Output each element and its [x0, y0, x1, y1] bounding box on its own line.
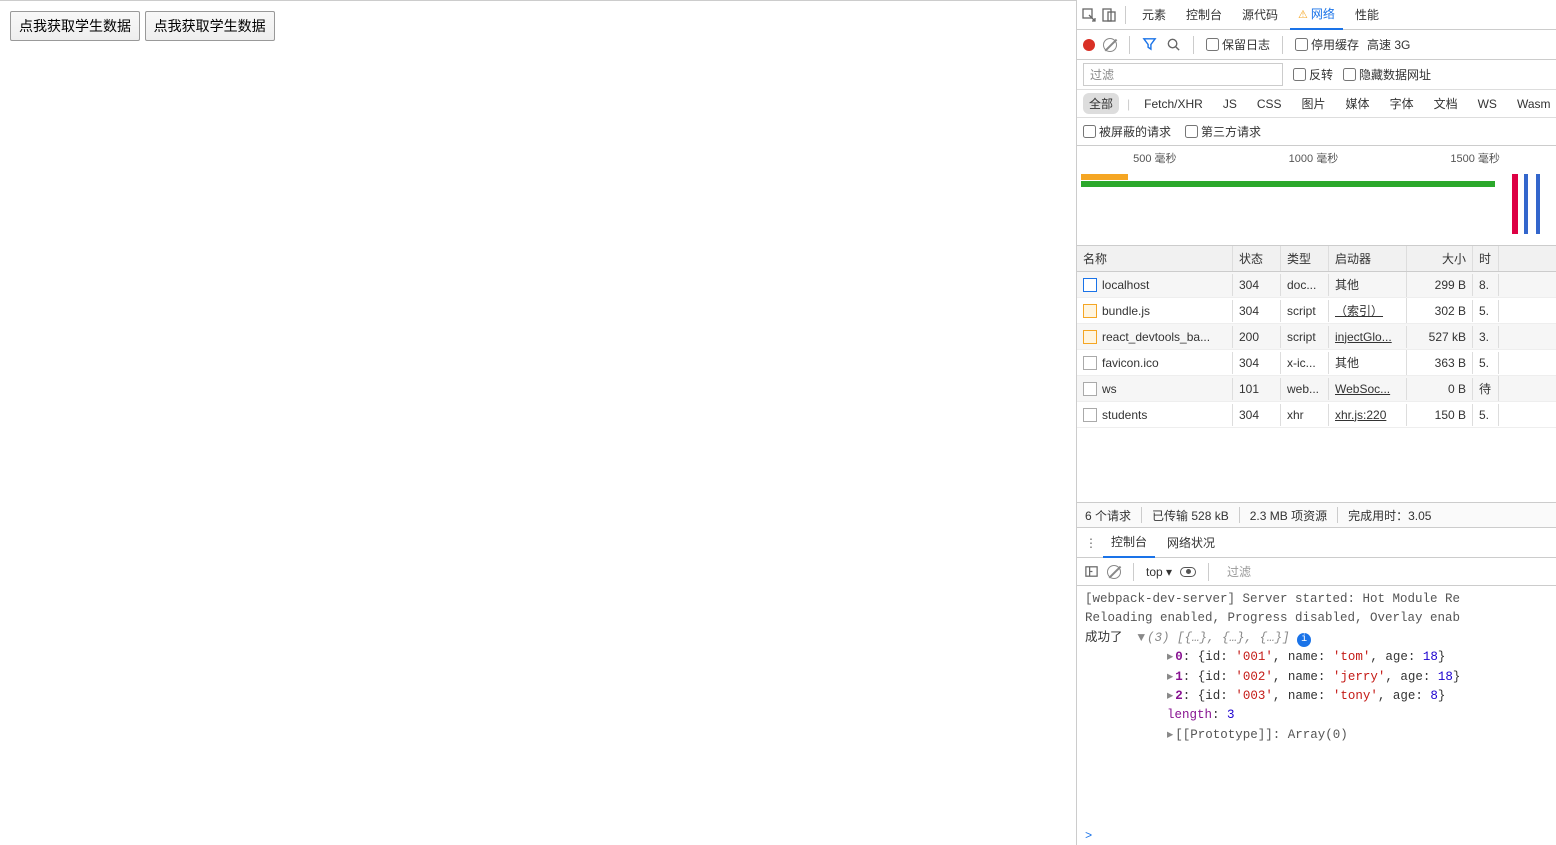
filter-font[interactable]: 字体 — [1384, 93, 1420, 114]
file-icon — [1083, 304, 1097, 318]
filter-input[interactable]: 过滤 — [1083, 63, 1283, 86]
file-icon — [1083, 330, 1097, 344]
expand-arrow-icon[interactable]: ▸ — [1167, 689, 1173, 703]
expand-arrow-icon[interactable]: ▸ — [1167, 650, 1173, 664]
device-toolbar-icon[interactable] — [1101, 7, 1117, 23]
col-time[interactable]: 时 — [1473, 246, 1499, 271]
console-log-line: [webpack-dev-server] Server started: Hot… — [1085, 590, 1548, 609]
tab-sources[interactable]: 源代码 — [1234, 0, 1286, 29]
console-log-line: Reloading enabled, Progress disabled, Ov… — [1085, 609, 1548, 628]
extra-filters: 被屏蔽的请求 第三方请求 — [1077, 118, 1556, 146]
console-toolbar: top ▾ 过滤 — [1077, 558, 1556, 586]
third-party-checkbox[interactable]: 第三方请求 — [1185, 123, 1261, 140]
col-initiator[interactable]: 启动器 — [1329, 246, 1407, 271]
filter-doc[interactable]: 文档 — [1428, 93, 1464, 114]
network-request-row[interactable]: react_devtools_ba...200scriptinjectGlo..… — [1077, 324, 1556, 350]
tab-network[interactable]: 网络 — [1290, 0, 1343, 30]
clear-console-icon[interactable] — [1107, 565, 1121, 579]
more-icon[interactable]: ⋮ — [1083, 535, 1099, 551]
devtools-main-tabs: 元素 控制台 源代码 网络 性能 — [1077, 0, 1556, 30]
network-request-row[interactable]: students304xhrxhr.js:220150 B5. — [1077, 402, 1556, 428]
filter-fetch-xhr[interactable]: Fetch/XHR — [1138, 95, 1209, 113]
console-array-proto[interactable]: ▸[[Prototype]]: Array(0) — [1085, 726, 1548, 745]
col-type[interactable]: 类型 — [1281, 246, 1329, 271]
network-toolbar: 保留日志 停用缓存 高速 3G — [1077, 30, 1556, 60]
console-array-length: length: 3 — [1085, 706, 1548, 725]
col-size[interactable]: 大小 — [1407, 246, 1473, 271]
timeline-overview[interactable]: 500 毫秒 1000 毫秒 1500 毫秒 — [1077, 146, 1556, 246]
drawer-tab-console[interactable]: 控制台 — [1103, 527, 1155, 558]
separator — [1125, 6, 1126, 24]
hide-data-urls-checkbox[interactable]: 隐藏数据网址 — [1343, 66, 1431, 83]
context-select[interactable]: top ▾ — [1146, 565, 1172, 579]
status-finish: 完成用时：3.05 — [1348, 507, 1431, 524]
devtools-panel: 元素 控制台 源代码 网络 性能 保留日志 停用缓存 高速 3G 过滤 反转 隐… — [1076, 0, 1556, 845]
expand-arrow-icon[interactable]: ▼ — [1138, 631, 1146, 645]
console-prompt[interactable]: > — [1077, 827, 1556, 845]
timeline-tick: 500 毫秒 — [1133, 150, 1176, 166]
network-table-header: 名称 状态 类型 启动器 大小 时 — [1077, 246, 1556, 272]
expand-arrow-icon[interactable]: ▸ — [1167, 728, 1173, 742]
filter-icon[interactable] — [1142, 36, 1157, 54]
console-array-item[interactable]: ▸2: {id: '003', name: 'tony', age: 8} — [1085, 687, 1548, 706]
file-icon — [1083, 356, 1097, 370]
tab-console[interactable]: 控制台 — [1178, 0, 1230, 29]
network-request-row[interactable]: localhost304doc...其他299 B8. — [1077, 272, 1556, 298]
col-status[interactable]: 状态 — [1233, 246, 1281, 271]
separator — [1193, 36, 1194, 54]
filter-js[interactable]: JS — [1217, 95, 1243, 113]
record-icon[interactable] — [1083, 39, 1095, 51]
filter-all[interactable]: 全部 — [1083, 93, 1119, 114]
file-icon — [1083, 382, 1097, 396]
inspect-element-icon[interactable] — [1081, 7, 1097, 23]
console-array-item[interactable]: ▸0: {id: '001', name: 'tom', age: 18} — [1085, 648, 1548, 667]
invert-checkbox[interactable]: 反转 — [1293, 66, 1333, 83]
status-resources: 2.3 MB 项资源 — [1250, 507, 1327, 524]
network-status-bar: 6 个请求 已传输 528 kB 2.3 MB 项资源 完成用时：3.05 — [1077, 502, 1556, 528]
page-content: 点我获取学生数据 点我获取学生数据 — [0, 0, 1076, 845]
file-icon — [1083, 408, 1097, 422]
filter-bar: 过滤 反转 隐藏数据网址 — [1077, 60, 1556, 90]
status-transferred: 已传输 528 kB — [1152, 507, 1229, 524]
search-icon[interactable] — [1165, 37, 1181, 53]
network-request-row[interactable]: favicon.ico304x-ic...其他363 B5. — [1077, 350, 1556, 376]
filter-ws[interactable]: WS — [1472, 95, 1503, 113]
filter-media[interactable]: 媒体 — [1340, 93, 1376, 114]
throttle-select[interactable]: 高速 3G — [1367, 36, 1410, 53]
filter-img[interactable]: 图片 — [1296, 93, 1332, 114]
tab-performance[interactable]: 性能 — [1347, 0, 1387, 29]
clear-icon[interactable] — [1103, 38, 1117, 52]
preserve-log-checkbox[interactable]: 保留日志 — [1206, 36, 1270, 53]
info-icon[interactable]: i — [1297, 633, 1311, 647]
separator — [1282, 36, 1283, 54]
network-request-row[interactable]: ws101web...WebSoc...0 B待 — [1077, 376, 1556, 402]
console-drawer-tabs: ⋮ 控制台 网络状况 — [1077, 528, 1556, 558]
file-icon — [1083, 278, 1097, 292]
timeline-tick: 1500 毫秒 — [1450, 150, 1500, 166]
timeline-tick: 1000 毫秒 — [1289, 150, 1339, 166]
get-student-data-button-2[interactable]: 点我获取学生数据 — [145, 11, 275, 41]
blocked-requests-checkbox[interactable]: 被屏蔽的请求 — [1083, 123, 1171, 140]
status-request-count: 6 个请求 — [1085, 507, 1131, 524]
filter-wasm[interactable]: Wasm — [1511, 95, 1556, 113]
request-type-filters: 全部 | Fetch/XHR JS CSS 图片 媒体 字体 文档 WS Was… — [1077, 90, 1556, 118]
separator — [1129, 36, 1130, 54]
console-log-line[interactable]: 成功了 ▼(3) [{…}, {…}, {…}] i — [1085, 629, 1548, 648]
console-filter-input[interactable]: 过滤 — [1221, 561, 1321, 582]
disable-cache-checkbox[interactable]: 停用缓存 — [1295, 36, 1359, 53]
network-request-row[interactable]: bundle.js304script（索引）302 B5. — [1077, 298, 1556, 324]
console-array-item[interactable]: ▸1: {id: '002', name: 'jerry', age: 18} — [1085, 668, 1548, 687]
filter-css[interactable]: CSS — [1251, 95, 1288, 113]
network-table-body: localhost304doc...其他299 B8.bundle.js304s… — [1077, 272, 1556, 502]
console-sidebar-toggle-icon[interactable] — [1083, 564, 1099, 580]
drawer-tab-network-conditions[interactable]: 网络状况 — [1159, 528, 1223, 557]
tab-elements[interactable]: 元素 — [1134, 0, 1174, 29]
expand-arrow-icon[interactable]: ▸ — [1167, 670, 1173, 684]
live-expression-icon[interactable] — [1180, 567, 1196, 577]
get-student-data-button-1[interactable]: 点我获取学生数据 — [10, 11, 140, 41]
col-name[interactable]: 名称 — [1077, 246, 1233, 271]
console-output: [webpack-dev-server] Server started: Hot… — [1077, 586, 1556, 827]
